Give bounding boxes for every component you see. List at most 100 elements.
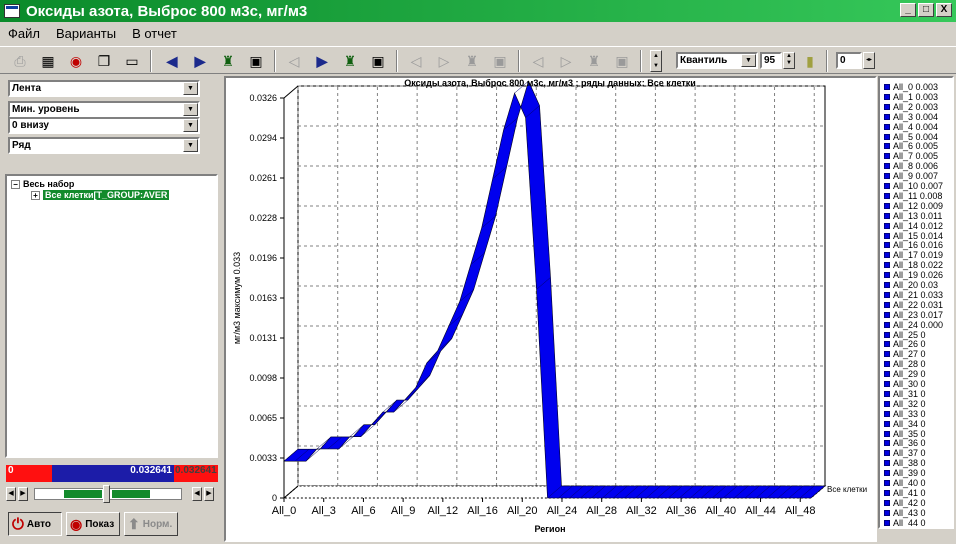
legend-swatch <box>884 450 890 457</box>
auto-button[interactable]: ⏻ Авто <box>8 512 62 536</box>
legend-item: All_2 0.003 <box>884 102 938 112</box>
color-scale: 0 0.032641 0.032641 <box>6 465 218 482</box>
record-btn-icon: ◉ <box>70 515 83 532</box>
percent-field[interactable]: 95 <box>760 52 782 69</box>
legend-swatch <box>884 321 890 328</box>
menu-bar: Файл Варианты В отчет <box>0 23 956 43</box>
legend: All_0 0.003 All_1 0.003 All_2 0.003 All_3 0… <box>878 76 954 529</box>
next2-icon[interactable]: ▶ <box>312 51 332 71</box>
next4-icon[interactable]: ▷ <box>556 51 576 71</box>
legend-label: All_20 0.03 <box>893 280 939 290</box>
prev-icon[interactable]: ◀ <box>162 51 182 71</box>
legend-label: All_16 0.016 <box>893 240 944 251</box>
bars-icon[interactable]: ▮ <box>800 51 820 71</box>
legend-label: All_18 0.022 <box>893 260 944 271</box>
legend-label: All_31 0 <box>893 388 926 399</box>
record-icon[interactable]: ◉ <box>66 51 86 71</box>
show-button[interactable]: ◉ Показ <box>66 512 120 536</box>
maximize-button[interactable]: □ <box>918 3 934 17</box>
close-button[interactable]: X <box>936 3 952 17</box>
y-tick-label: 0.0131 <box>249 333 277 343</box>
marker-icon[interactable]: ♜ <box>218 51 238 71</box>
y-tick-label: 0 <box>272 493 277 503</box>
legend-item: All_16 0.016 <box>884 240 943 250</box>
legend-label: All_26 0 <box>893 339 926 350</box>
view-type-combo[interactable]: Лента ▼ <box>8 80 200 97</box>
menu-file[interactable]: Файл <box>0 26 48 41</box>
range-slider[interactable]: ◀ ▶ ◀ ▶ <box>6 484 218 506</box>
y-tick-label: 0.0196 <box>249 253 277 263</box>
play-icon[interactable]: ▣ <box>246 51 266 71</box>
prev3-icon[interactable]: ◁ <box>406 51 426 71</box>
percent-spin[interactable]: ▲ ▼ <box>783 52 795 69</box>
legend-item: All_5 0.004 <box>884 132 938 142</box>
legend-swatch <box>884 371 890 378</box>
x-tick-label: All_24 <box>547 505 578 517</box>
legend-item: All_25 0 <box>884 330 926 340</box>
legend-label: All_15 0.014 <box>893 230 944 241</box>
legend-scrollbar[interactable] <box>878 530 954 542</box>
play3-icon[interactable]: ▣ <box>490 51 510 71</box>
legend-swatch <box>884 232 890 239</box>
menu-report[interactable]: В отчет <box>124 26 185 41</box>
legend-swatch <box>884 84 890 90</box>
scroll-right2-icon[interactable]: ▶ <box>204 487 214 501</box>
next3-icon[interactable]: ▷ <box>434 51 454 71</box>
tree-root-label: Весь набор <box>23 179 75 189</box>
legend-swatch <box>884 430 890 437</box>
y-tick-label: 0.0033 <box>249 453 277 463</box>
tree-child[interactable]: + Все клетки[T_GROUP:AVER <box>31 190 170 200</box>
table-icon[interactable]: ▦ <box>38 51 58 71</box>
series-combo[interactable]: Ряд ▼ <box>8 137 200 154</box>
tree-root[interactable]: − Весь набор <box>11 179 74 189</box>
marker3-icon[interactable]: ♜ <box>462 51 482 71</box>
prev4-icon[interactable]: ◁ <box>528 51 548 71</box>
minimize-button[interactable]: _ <box>900 3 916 17</box>
scroll-left-icon[interactable]: ◀ <box>6 487 16 501</box>
legend-swatch <box>884 123 890 130</box>
prev-disabled-icon[interactable]: ◁ <box>284 51 304 71</box>
zero-position-combo[interactable]: 0 внизу ▼ <box>8 117 200 134</box>
spin-updown[interactable]: ▲ ▼ <box>650 50 662 72</box>
x-tick-label: All_3 <box>311 505 335 517</box>
legend-swatch <box>884 163 890 170</box>
legend-swatch <box>884 183 890 189</box>
play4-icon[interactable]: ▣ <box>612 51 632 71</box>
level-combo[interactable]: Мин. уровень ▼ <box>8 101 200 118</box>
marker2-icon[interactable]: ♜ <box>340 51 360 71</box>
menu-variants[interactable]: Варианты <box>48 26 124 41</box>
legend-item: All_27 0 <box>884 349 926 359</box>
right-value-field[interactable]: 0 <box>836 52 862 69</box>
slider-thumb[interactable] <box>103 485 110 503</box>
legend-item: All_17 0.019 <box>884 250 943 260</box>
norm-button[interactable]: ⬆ Норм. <box>124 512 178 536</box>
legend-item: All_15 0.014 <box>884 231 943 241</box>
right-value-spin[interactable]: ◂▸ <box>863 52 875 69</box>
legend-label: All_23 0.017 <box>893 309 944 320</box>
next-icon[interactable]: ▶ <box>190 51 210 71</box>
legend-swatch <box>884 301 890 308</box>
palette-combo[interactable]: Квантиль ▼ <box>676 52 758 69</box>
x-tick-label: All_20 <box>507 505 538 517</box>
legend-item: All_18 0.022 <box>884 260 943 270</box>
legend-item: All_39 0 <box>884 468 926 478</box>
legend-swatch <box>884 173 890 180</box>
copy-icon[interactable]: ❐ <box>94 51 114 71</box>
x-tick-label: All_40 <box>706 505 737 517</box>
print-icon[interactable]: ⎙ <box>10 51 30 71</box>
legend-label: All_10 0.007 <box>893 181 944 191</box>
scroll-left2-icon[interactable]: ◀ <box>192 487 202 501</box>
legend-item: All_28 0 <box>884 359 926 369</box>
y-tick-label: 0.0163 <box>249 293 277 303</box>
legend-label: All_11 0.008 <box>893 190 943 201</box>
legend-label: All_5 0.004 <box>893 131 939 142</box>
play2-icon[interactable]: ▣ <box>368 51 388 71</box>
scroll-right-icon[interactable]: ▶ <box>18 487 28 501</box>
expand-icon[interactable]: + <box>31 190 40 200</box>
collapse-icon[interactable]: − <box>11 179 20 189</box>
legend-label: All_30 0 <box>893 379 926 389</box>
legend-swatch <box>884 252 890 259</box>
legend-label: All_12 0.009 <box>893 200 944 211</box>
open-icon[interactable]: ▭ <box>122 51 142 71</box>
marker4-icon[interactable]: ♜ <box>584 51 604 71</box>
